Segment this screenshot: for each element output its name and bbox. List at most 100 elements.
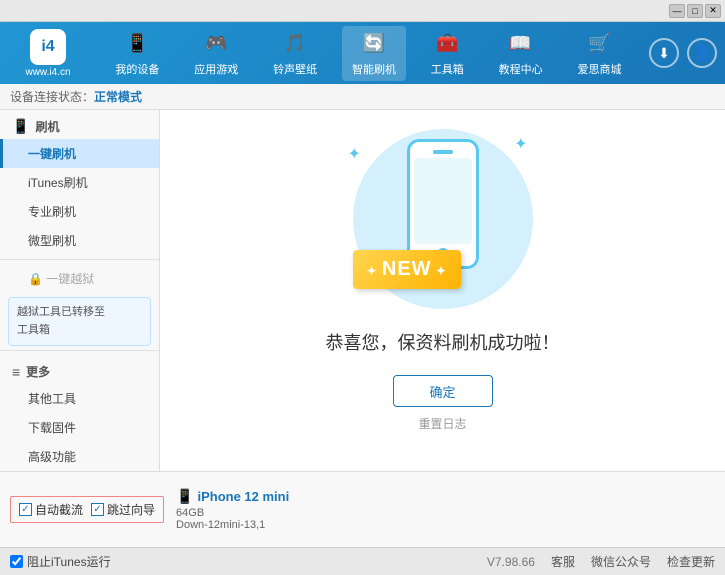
flash-section-title: 刷机: [35, 118, 59, 135]
sidebar-item-jailbreak: 🔒 一键越狱: [0, 264, 159, 293]
app-logo: i4 www.i4.cn: [8, 29, 88, 78]
tutorials-label: 教程中心: [499, 61, 543, 77]
one-key-flash-label: 一键刷机: [28, 147, 76, 161]
support-link[interactable]: 客服: [551, 553, 575, 570]
minimize-button[interactable]: —: [669, 4, 685, 18]
wechat-link[interactable]: 微信公众号: [591, 553, 651, 570]
nav-apps-games[interactable]: 🎮 应用游戏: [184, 26, 248, 81]
device-name: 📱 iPhone 12 mini: [176, 488, 289, 505]
auto-throttle-label: 自动截流: [35, 501, 83, 518]
more-section-title: 更多: [26, 363, 50, 380]
maximize-button[interactable]: □: [687, 4, 703, 18]
sidebar-divider-1: [0, 259, 159, 260]
other-tools-label: 其他工具: [28, 392, 76, 406]
sparkle-top-left: ✦: [348, 144, 361, 164]
my-device-label: 我的设备: [115, 61, 159, 77]
sidebar: 📱 刷机 一键刷机 iTunes刷机 专业刷机 微型刷机 🔒 一键越狱 越狱工具…: [0, 110, 160, 471]
skip-wizard-checkbox[interactable]: ✓ 跳过向导: [91, 501, 155, 518]
sidebar-item-micro-flash[interactable]: 微型刷机: [0, 226, 159, 255]
apps-games-icon: 🎮: [202, 30, 230, 58]
logo-subtitle: www.i4.cn: [25, 67, 70, 78]
skip-wizard-box: ✓: [91, 503, 104, 516]
success-message: 恭喜您，保资料刷机成功啦！: [326, 329, 560, 355]
window-controls: — □ ✕: [669, 4, 721, 18]
toolbox-label: 工具箱: [431, 61, 464, 77]
tutorials-icon: 📖: [507, 30, 535, 58]
flash-section-icon: 📱: [12, 118, 29, 135]
jailbreak-label: 🔒 一键越狱: [28, 272, 94, 286]
phone-graphic: ✦ ✦ NEW: [343, 129, 543, 309]
logo-icon: i4: [30, 29, 66, 65]
device-version: Down-12mini-13,1: [176, 519, 289, 531]
sidebar-section-more: ≡ 更多: [0, 355, 159, 384]
nav-ringtones[interactable]: 🎵 铃声壁纸: [263, 26, 327, 81]
nav-shop[interactable]: 🛒 爱思商城: [567, 26, 631, 81]
version-text: V7.98.66: [487, 555, 535, 569]
status-value: 正常模式: [94, 88, 142, 105]
content-area: ✦ ✦ NEW 恭喜您，保资料刷机成功啦！ 确定 重置日志: [160, 110, 725, 471]
footer-left: 阻止iTunes运行: [10, 553, 111, 570]
new-badge: NEW: [353, 250, 461, 289]
sidebar-item-pro-flash[interactable]: 专业刷机: [0, 197, 159, 226]
toolbox-icon: 🧰: [433, 30, 461, 58]
sidebar-item-other-tools[interactable]: 其他工具: [0, 384, 159, 413]
phone-speaker: [433, 150, 453, 154]
advanced-label: 高级功能: [28, 450, 76, 464]
apps-games-label: 应用游戏: [194, 61, 238, 77]
device-name-text: iPhone 12 mini: [197, 489, 289, 504]
download-button[interactable]: ⬇: [649, 38, 679, 68]
ringtones-icon: 🎵: [281, 30, 309, 58]
restart-log-link[interactable]: 重置日志: [418, 415, 466, 432]
nav-toolbox[interactable]: 🧰 工具箱: [421, 26, 474, 81]
title-bar: — □ ✕: [0, 0, 725, 22]
nav-right-buttons: ⬇ 👤: [649, 38, 717, 68]
info-box-text: 越狱工具已转移至工具箱: [17, 306, 105, 336]
auto-throttle-checkbox[interactable]: ✓ 自动截流: [19, 501, 83, 518]
sidebar-divider-2: [0, 350, 159, 351]
sparkle-top-right: ✦: [514, 134, 527, 154]
sidebar-section-flash: 📱 刷机: [0, 110, 159, 139]
shop-icon: 🛒: [585, 30, 613, 58]
more-section-icon: ≡: [12, 364, 20, 380]
auto-throttle-check: ✓: [21, 504, 29, 515]
smart-flash-icon: 🔄: [360, 30, 388, 58]
pro-flash-label: 专业刷机: [28, 205, 76, 219]
nav-items: 📱 我的设备 🎮 应用游戏 🎵 铃声壁纸 🔄 智能刷机 🧰 工具箱 📖 教程中心…: [98, 26, 639, 81]
shop-label: 爱思商城: [577, 61, 621, 77]
itunes-block-label: 阻止iTunes运行: [27, 553, 111, 570]
device-checkboxes: ✓ 自动截流 ✓ 跳过向导: [10, 496, 164, 523]
confirm-button[interactable]: 确定: [393, 375, 493, 407]
skip-wizard-check: ✓: [93, 504, 101, 515]
sidebar-item-download-firmware[interactable]: 下载固件: [0, 413, 159, 442]
device-info: 📱 iPhone 12 mini 64GB Down-12mini-13,1: [176, 488, 289, 531]
illustration-container: ✦ ✦ NEW 恭喜您，保资料刷机成功啦！ 确定 重置日志: [326, 129, 560, 432]
itunes-block-checkbox[interactable]: [10, 555, 23, 568]
my-device-icon: 📱: [123, 30, 151, 58]
skip-wizard-label: 跳过向导: [107, 501, 155, 518]
middle-row: 📱 刷机 一键刷机 iTunes刷机 专业刷机 微型刷机 🔒 一键越狱 越狱工具…: [0, 110, 725, 471]
nav-smart-flash[interactable]: 🔄 智能刷机: [342, 26, 406, 81]
smart-flash-label: 智能刷机: [352, 61, 396, 77]
nav-bar: i4 www.i4.cn 📱 我的设备 🎮 应用游戏 🎵 铃声壁纸 🔄 智能刷机…: [0, 22, 725, 84]
account-button[interactable]: 👤: [687, 38, 717, 68]
nav-tutorials[interactable]: 📖 教程中心: [489, 26, 553, 81]
download-firmware-label: 下载固件: [28, 421, 76, 435]
sidebar-item-advanced[interactable]: 高级功能: [0, 442, 159, 471]
close-button[interactable]: ✕: [705, 4, 721, 18]
sidebar-item-one-key-flash[interactable]: 一键刷机: [0, 139, 159, 168]
nav-my-device[interactable]: 📱 我的设备: [105, 26, 169, 81]
micro-flash-label: 微型刷机: [28, 234, 76, 248]
itunes-flash-label: iTunes刷机: [28, 176, 88, 190]
device-storage: 64GB: [176, 507, 289, 519]
status-bar: 设备连接状态： 正常模式: [0, 84, 725, 110]
ringtones-label: 铃声壁纸: [273, 61, 317, 77]
footer-bar: 阻止iTunes运行 V7.98.66 客服 微信公众号 检查更新: [0, 547, 725, 575]
check-update-link[interactable]: 检查更新: [667, 553, 715, 570]
sidebar-item-itunes-flash[interactable]: iTunes刷机: [0, 168, 159, 197]
phone-screen: [414, 158, 472, 244]
auto-throttle-box: ✓: [19, 503, 32, 516]
footer-right: V7.98.66 客服 微信公众号 检查更新: [487, 553, 715, 570]
status-label: 设备连接状态：: [10, 88, 94, 105]
device-phone-icon: 📱: [176, 488, 193, 505]
sidebar-info-box: 越狱工具已转移至工具箱: [8, 297, 151, 346]
